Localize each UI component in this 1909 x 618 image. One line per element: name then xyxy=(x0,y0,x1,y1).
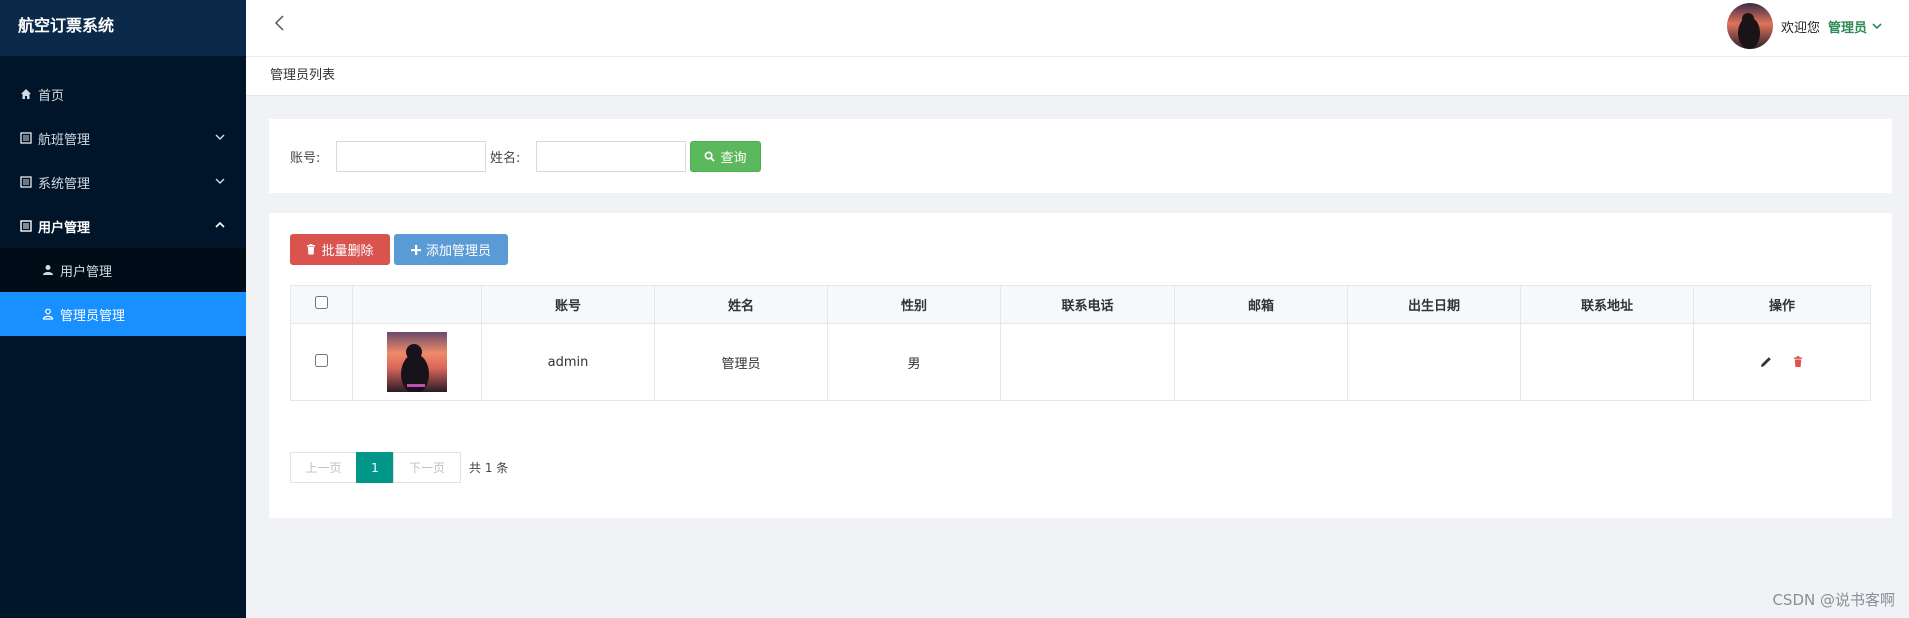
sidebar-nav: 首页 航班管理 系统管理 用户管理 用户管理 管理员管理 xyxy=(0,56,246,336)
account-input[interactable] xyxy=(336,141,486,172)
sidebar-item-label: 航班管理 xyxy=(38,132,91,148)
gender-cell: 男 xyxy=(827,323,1001,401)
username[interactable]: 管理员 xyxy=(1828,17,1867,36)
sidebar-item-label: 用户管理 xyxy=(60,264,113,280)
current-page[interactable]: 1 xyxy=(356,452,394,483)
watermark: CSDN @说书客啊 xyxy=(1772,591,1895,609)
sidebar-item-label: 系统管理 xyxy=(38,176,91,192)
account-label: 账号: xyxy=(290,151,321,166)
back-arrow-icon[interactable] xyxy=(272,14,288,32)
sidebar-item-home[interactable]: 首页 xyxy=(0,72,246,116)
column-header: 邮箱 xyxy=(1174,285,1348,324)
address-cell xyxy=(1520,323,1694,401)
select-all-checkbox[interactable] xyxy=(315,296,328,309)
breadcrumb: 管理员列表 xyxy=(246,57,1909,96)
edit-icon[interactable] xyxy=(1759,355,1773,369)
account-cell: admin xyxy=(481,323,655,401)
trash-icon xyxy=(307,244,316,255)
query-button-label: 查询 xyxy=(720,151,747,166)
sidebar-item-label: 管理员管理 xyxy=(60,308,126,324)
sidebar-item-label: 首页 xyxy=(38,88,65,104)
sidebar-item-label: 用户管理 xyxy=(38,220,91,236)
table-header-row: 账号 姓名 性别 联系电话 邮箱 出生日期 联系地址 操作 xyxy=(290,285,1871,324)
list-icon xyxy=(20,220,32,232)
table-row: admin 管理员 男 xyxy=(290,323,1871,401)
avatar-cell xyxy=(352,323,482,401)
add-admin-button[interactable]: 添加管理员 xyxy=(394,234,508,265)
row-select-cell xyxy=(290,323,353,401)
prev-page-button[interactable]: 上一页 xyxy=(290,452,357,483)
name-label: 姓名: xyxy=(490,151,521,166)
column-header xyxy=(352,285,482,324)
sidebar-subitem-user-management[interactable]: 用户管理 xyxy=(0,248,246,292)
actions-cell xyxy=(1693,323,1871,401)
search-panel: 账号: 姓名: 查询 xyxy=(269,119,1892,193)
chevron-up-icon xyxy=(215,221,225,228)
admin-table: 账号 姓名 性别 联系电话 邮箱 出生日期 联系地址 操作 admin 管理员 … xyxy=(290,285,1871,401)
column-header: 联系地址 xyxy=(1520,285,1694,324)
column-header: 账号 xyxy=(481,285,655,324)
birth-cell xyxy=(1347,323,1521,401)
avatar-thumbnail xyxy=(387,332,447,392)
sidebar-submenu-users: 用户管理 管理员管理 xyxy=(0,248,246,336)
sidebar-item-users[interactable]: 用户管理 xyxy=(0,204,246,248)
name-input[interactable] xyxy=(536,141,686,172)
batch-delete-label: 批量删除 xyxy=(321,244,374,259)
column-header: 操作 xyxy=(1693,285,1871,324)
breadcrumb-current: 管理员列表 xyxy=(270,68,336,83)
delete-icon[interactable] xyxy=(1791,355,1805,369)
sidebar-item-system[interactable]: 系统管理 xyxy=(0,160,246,204)
welcome-text: 欢迎您 xyxy=(1780,20,1820,36)
add-admin-label: 添加管理员 xyxy=(425,244,491,259)
plus-icon xyxy=(410,244,421,255)
user-menu[interactable]: 欢迎您 管理员 xyxy=(1726,3,1883,49)
total-count: 共 1 条 xyxy=(469,461,509,475)
sidebar-subitem-admin-management[interactable]: 管理员管理 xyxy=(0,292,246,336)
next-page-button[interactable]: 下一页 xyxy=(393,452,461,483)
column-header: 出生日期 xyxy=(1347,285,1521,324)
list-icon xyxy=(20,176,32,188)
phone-cell xyxy=(1000,323,1175,401)
select-all-cell xyxy=(290,285,353,324)
column-header: 姓名 xyxy=(654,285,828,324)
sidebar-item-flights[interactable]: 航班管理 xyxy=(0,116,246,160)
sidebar: 航空订票系统 首页 航班管理 系统管理 用户管理 用户管理 管理员管理 xyxy=(0,0,246,618)
column-header: 联系电话 xyxy=(1000,285,1175,324)
row-checkbox[interactable] xyxy=(315,353,328,367)
top-header: 欢迎您 管理员 xyxy=(246,0,1909,57)
chevron-down-icon xyxy=(215,134,225,140)
list-icon xyxy=(20,132,32,144)
user-outline-icon xyxy=(42,308,54,320)
chevron-down-icon[interactable] xyxy=(1871,20,1883,32)
chevron-down-icon xyxy=(215,178,225,184)
admin-list-panel: 批量删除 添加管理员 账号 姓名 性别 联系电话 邮箱 出生日期 联系地址 操作 xyxy=(269,213,1892,518)
pagination: 上一页 1 下一页 共 1 条 xyxy=(290,452,508,483)
search-icon xyxy=(705,151,716,162)
email-cell xyxy=(1174,323,1348,401)
name-cell: 管理员 xyxy=(654,323,828,401)
avatar xyxy=(1726,3,1773,49)
column-header: 性别 xyxy=(827,285,1001,324)
query-button[interactable]: 查询 xyxy=(690,141,761,172)
app-title: 航空订票系统 xyxy=(0,0,246,56)
user-icon xyxy=(43,265,53,275)
home-icon xyxy=(21,89,31,99)
batch-delete-button[interactable]: 批量删除 xyxy=(290,234,390,265)
